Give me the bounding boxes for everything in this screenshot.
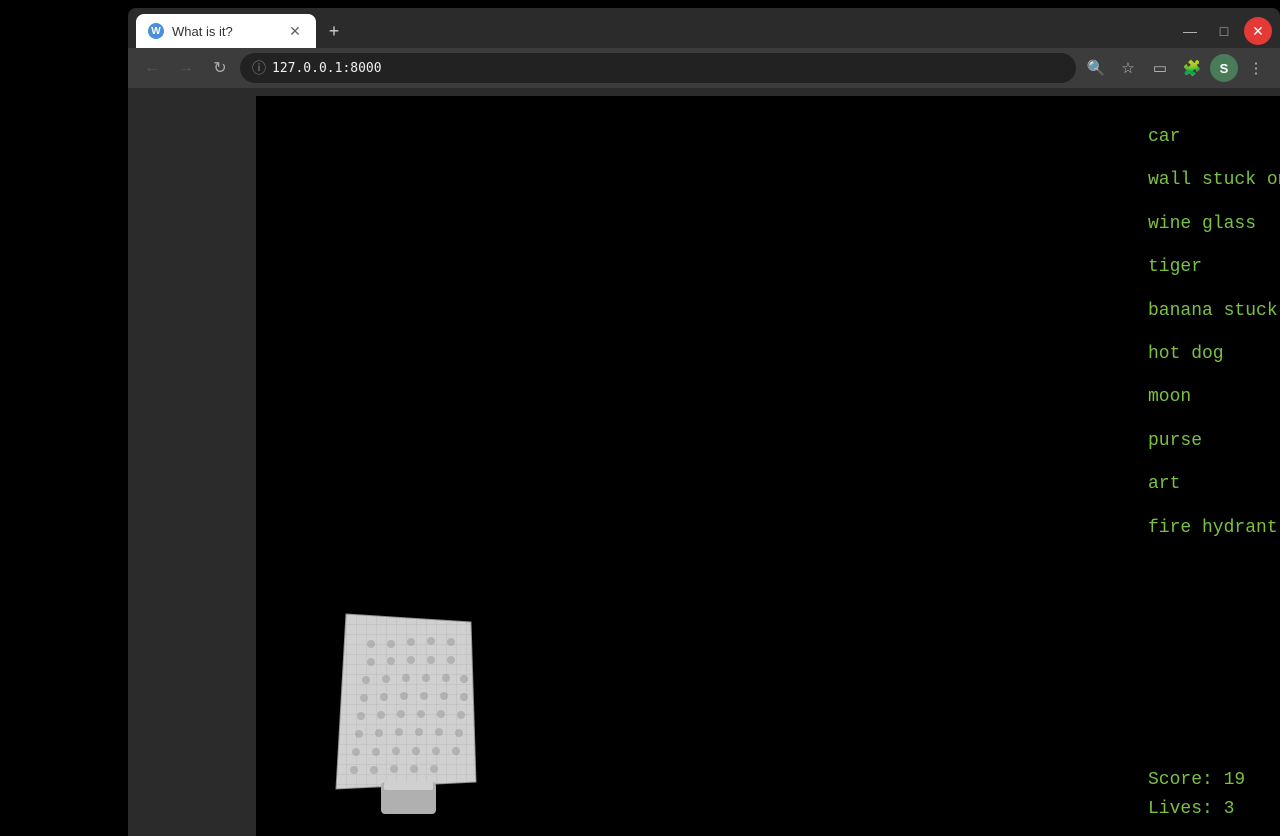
cast-icon-button[interactable]: ▭ [1146,54,1174,82]
object-visual [316,604,496,824]
address-text: 127.0.0.1:8000 [272,61,382,76]
profile-button[interactable]: S [1210,54,1238,82]
maximize-button[interactable]: □ [1210,17,1238,45]
address-host: 127.0.0.1 [272,61,342,76]
outer-window: W What is it? ✕ + — □ ✕ ← → ↻ ⓘ 127.0.0.… [0,0,1280,836]
answer-item-5[interactable]: hot dog [1148,333,1280,376]
answer-list: carwall stuck on bananawine glasstigerba… [1148,116,1280,756]
security-icon: ⓘ [252,58,266,78]
favicon-letter: W [151,26,160,37]
forward-button[interactable]: → [172,54,200,82]
address-port: :8000 [342,61,381,76]
score-label: Score: 19 [1148,766,1280,795]
reload-button[interactable]: ↻ [206,54,234,82]
tab-favicon: W [148,23,164,39]
object-svg [316,604,496,824]
minimize-button[interactable]: — [1176,17,1204,45]
new-tab-button[interactable]: + [320,17,348,45]
answer-item-6[interactable]: moon [1148,376,1280,419]
address-bar[interactable]: ⓘ 127.0.0.1:8000 [240,53,1076,83]
close-button[interactable]: ✕ [1244,17,1272,45]
nav-bar: ← → ↻ ⓘ 127.0.0.1:8000 🔍 ☆ ▭ 🧩 S ⋮ [128,48,1280,88]
toolbar-right: 🔍 ☆ ▭ 🧩 S ⋮ [1082,54,1270,82]
lives-label: Lives: 3 [1148,795,1280,824]
bookmark-icon-button[interactable]: ☆ [1114,54,1142,82]
browser-tab[interactable]: W What is it? ✕ [136,14,316,48]
back-button[interactable]: ← [138,54,166,82]
sidebar: carwall stuck on bananawine glasstigerba… [1128,96,1280,836]
answer-item-8[interactable]: art [1148,463,1280,506]
extensions-icon-button[interactable]: 🧩 [1178,54,1206,82]
search-icon-button[interactable]: 🔍 [1082,54,1110,82]
answer-item-2[interactable]: wine glass [1148,203,1280,246]
tab-title: What is it? [172,24,278,39]
answer-item-3[interactable]: tiger [1148,246,1280,289]
menu-button[interactable]: ⋮ [1242,54,1270,82]
page-content: carwall stuck on bananawine glasstigerba… [256,96,1280,836]
game-object-image [316,604,496,824]
answer-item-4[interactable]: banana stuck on wall [1148,290,1280,333]
answer-item-1[interactable]: wall stuck on banana [1148,159,1280,202]
browser-window: W What is it? ✕ + — □ ✕ ← → ↻ ⓘ 127.0.0.… [128,8,1280,836]
answer-item-9[interactable]: fire hydrant [1148,507,1280,550]
game-area [256,96,1128,836]
tab-bar: W What is it? ✕ + — □ ✕ [128,8,1280,48]
score-area: Score: 19 Lives: 3 [1148,756,1280,824]
tab-close-button[interactable]: ✕ [286,22,304,40]
answer-item-0[interactable]: car [1148,116,1280,159]
answer-item-7[interactable]: purse [1148,420,1280,463]
